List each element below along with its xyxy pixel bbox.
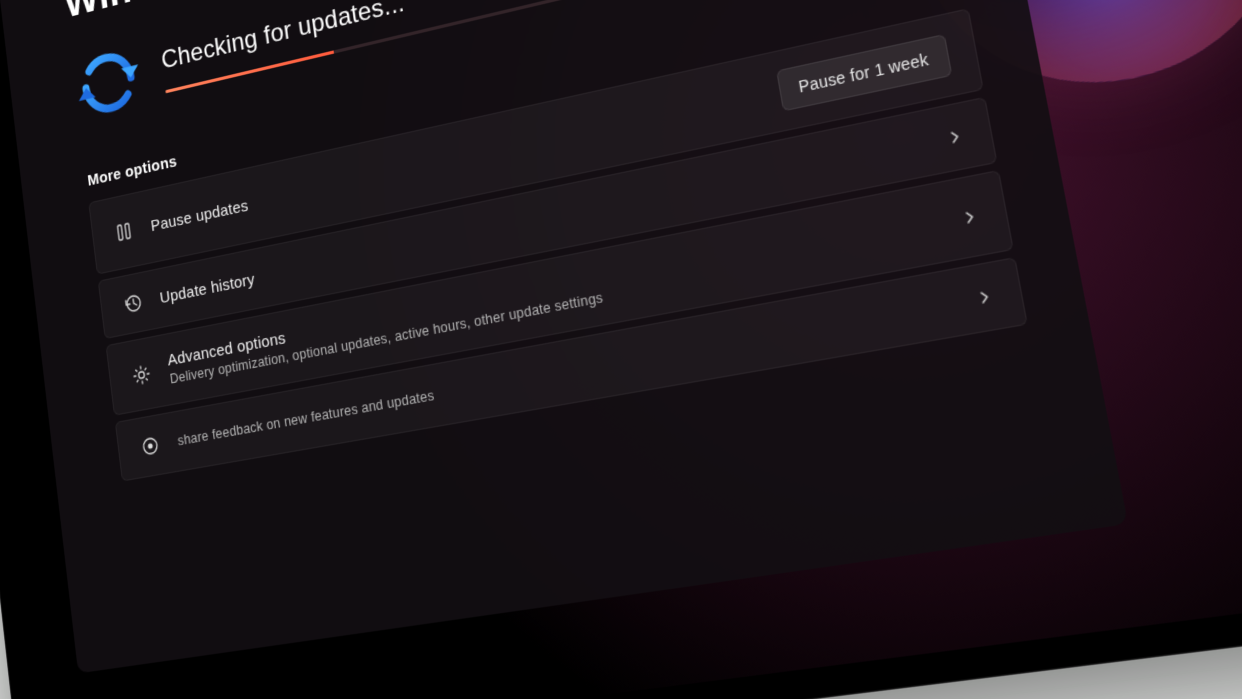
chevron-right-icon bbox=[975, 287, 995, 307]
chevron-right-icon bbox=[945, 127, 965, 147]
history-icon bbox=[121, 290, 144, 317]
scene-perspective: Windows Update bbox=[0, 0, 1242, 699]
window-content: Windows Update bbox=[0, 0, 1088, 493]
status-text: Checking for updates... bbox=[160, 0, 747, 75]
pause-icon bbox=[112, 218, 135, 245]
pause-1-week-button[interactable]: Pause for 1 week bbox=[776, 34, 953, 112]
insider-icon bbox=[139, 432, 163, 459]
sync-icon bbox=[70, 37, 147, 128]
row-action: Pause for 1 week bbox=[776, 34, 953, 112]
gear-icon bbox=[130, 361, 153, 388]
chevron-right-icon bbox=[960, 207, 980, 227]
device-monitor: Windows Update bbox=[0, 0, 1242, 699]
screen-bezel: Windows Update bbox=[0, 0, 1242, 699]
